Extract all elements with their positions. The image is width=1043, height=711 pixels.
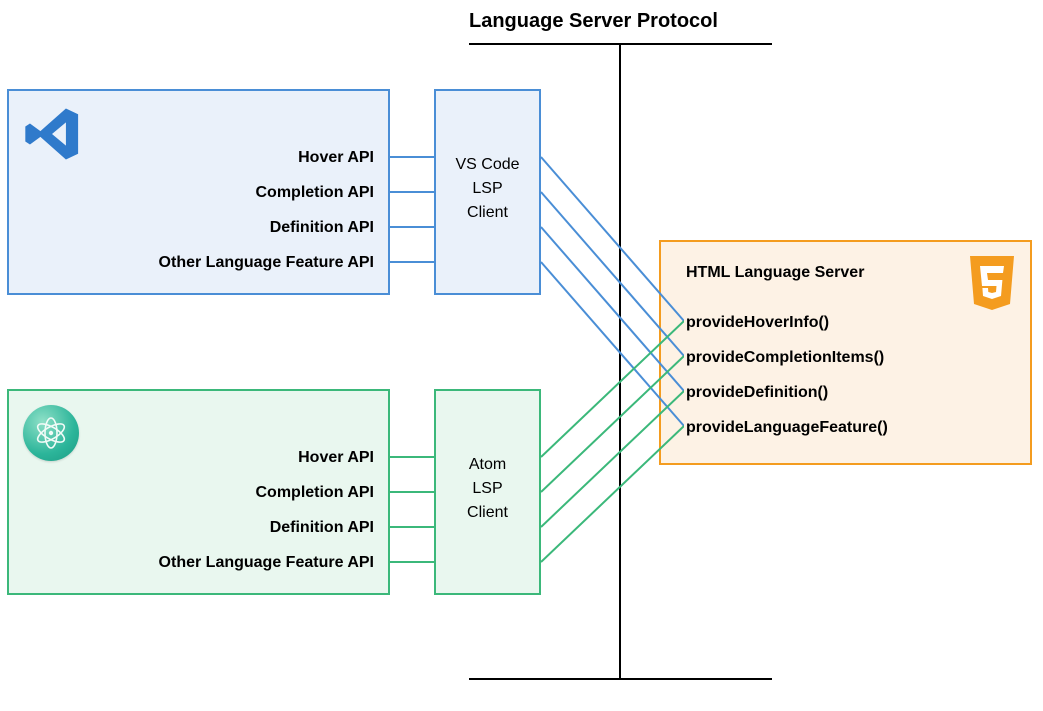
axis-bottom: [469, 678, 772, 680]
axis-vertical: [619, 43, 621, 679]
atom-api-completion: Completion API: [255, 484, 374, 502]
html5-icon: [966, 254, 1018, 317]
vscode-api-completion: Completion API: [255, 184, 374, 202]
atom-api-other: Other Language Feature API: [159, 554, 374, 572]
vscode-api-connectors: [390, 89, 434, 295]
atom-lsp-client-box: Atom LSP Client: [434, 389, 541, 595]
vscode-editor-box: Hover API Completion API Definition API …: [7, 89, 390, 295]
atom-lsp-client-label: Atom LSP Client: [436, 453, 539, 525]
atom-icon: [23, 405, 79, 461]
diagram-title: Language Server Protocol: [469, 10, 718, 33]
atom-api-definition: Definition API: [270, 519, 374, 537]
atom-api-hover: Hover API: [298, 449, 374, 467]
html-server-box: HTML Language Server provideHoverInfo() …: [659, 240, 1032, 465]
server-method-feature: provideLanguageFeature(): [686, 419, 888, 437]
vscode-lsp-client-box: VS Code LSP Client: [434, 89, 541, 295]
vscode-api-definition: Definition API: [270, 219, 374, 237]
server-method-hover: provideHoverInfo(): [686, 314, 829, 332]
atom-api-connectors: [390, 389, 434, 595]
vscode-lsp-client-label: VS Code LSP Client: [436, 153, 539, 225]
server-method-definition: provideDefinition(): [686, 384, 828, 402]
server-title: HTML Language Server: [686, 264, 864, 282]
vscode-api-hover: Hover API: [298, 149, 374, 167]
server-method-completion: provideCompletionItems(): [686, 349, 884, 367]
vscode-api-other: Other Language Feature API: [159, 254, 374, 272]
vscode-icon: [23, 105, 81, 168]
atom-editor-box: Hover API Completion API Definition API …: [7, 389, 390, 595]
